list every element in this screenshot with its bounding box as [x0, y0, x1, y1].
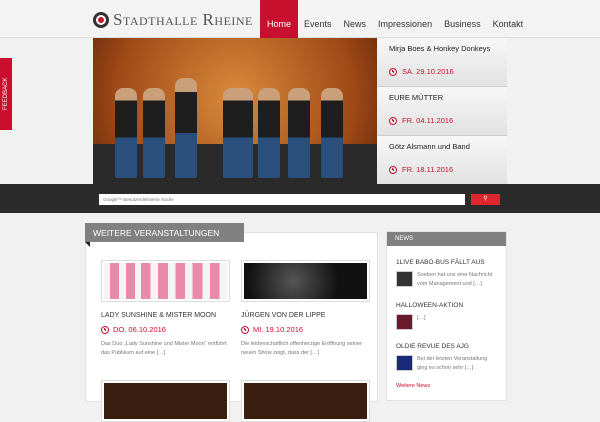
nav-business[interactable]: Business	[438, 0, 487, 38]
clock-icon	[389, 165, 397, 174]
news-title[interactable]: HALLOWEEN-AKTION	[396, 302, 497, 309]
section-tab: WEITERE VERANSTALTUNGEN	[85, 223, 244, 247]
nav-kontakt[interactable]: Kontakt	[487, 0, 530, 38]
card-date: MI. 19.10.2016	[253, 325, 304, 334]
hero-event-list: Mirja Boes & Honkey Donkeys SA. 29.10.201…	[377, 38, 507, 185]
event-image	[104, 383, 227, 419]
news-item[interactable]: OLDIE REVUE DES AJG Bei der letzten Veran…	[387, 343, 506, 373]
news-title[interactable]: 1LIVE BABO-BUS FÄLLT AUS	[396, 259, 497, 266]
event-card[interactable]: LADY SUNSHINE & MISTER MOON DO. 06.10.20…	[101, 260, 230, 358]
event-card[interactable]	[241, 380, 370, 422]
nav-impressionen[interactable]: Impressionen	[372, 0, 438, 38]
main-nav: Home Events News Impressionen Business K…	[260, 0, 529, 38]
card-title[interactable]: LADY SUNSHINE & MISTER MOON	[101, 312, 230, 319]
logo-icon	[93, 12, 109, 28]
event-date: FR. 04.11.2016	[402, 116, 454, 125]
event-image	[104, 263, 227, 299]
sidebar-title: NEWS	[387, 232, 506, 246]
hero-event-item[interactable]: Götz Alsmann und Band FR. 18.11.2016	[377, 136, 507, 185]
news-thumb	[396, 355, 413, 371]
search-input[interactable]	[99, 194, 465, 205]
search-button[interactable]: ⚲	[471, 194, 500, 205]
news-title[interactable]: OLDIE REVUE DES AJG	[396, 343, 497, 350]
news-thumb	[396, 271, 413, 287]
card-title[interactable]: JÜRGEN VON DER LIPPE	[241, 312, 370, 319]
news-item[interactable]: 1LIVE BABO-BUS FÄLLT AUS Soeben hat uns e…	[387, 259, 506, 289]
feedback-tab[interactable]: FEEDBACK	[0, 58, 12, 130]
hero-image[interactable]	[93, 38, 377, 184]
clock-icon	[101, 325, 109, 334]
event-date: FR. 18.11.2016	[402, 165, 454, 174]
event-title: EURE MÜTTER	[389, 93, 444, 102]
news-text: Soeben hat uns eine Nachricht vom Manage…	[417, 272, 493, 287]
search-icon: ⚲	[483, 196, 488, 202]
nav-news[interactable]: News	[338, 0, 373, 38]
news-sidebar: NEWS 1LIVE BABO-BUS FÄLLT AUS Soeben hat …	[386, 231, 507, 401]
events-panel: LADY SUNSHINE & MISTER MOON DO. 06.10.20…	[85, 232, 378, 422]
hero-slider: Mirja Boes & Honkey Donkeys SA. 29.10.201…	[93, 38, 507, 185]
event-card[interactable]	[101, 380, 230, 422]
news-text: […]	[417, 315, 426, 321]
event-card[interactable]: JÜRGEN VON DER LIPPE MI. 19.10.2016 Die …	[241, 260, 370, 358]
clock-icon	[389, 67, 397, 76]
event-title: Mirja Boes & Honkey Donkeys	[389, 44, 491, 53]
logo-text: Stadthalle Rheine	[113, 10, 253, 29]
event-date: SA. 29.10.2016	[402, 67, 454, 76]
header: Stadthalle Rheine Home Events News Impre…	[0, 0, 600, 38]
logo[interactable]: Stadthalle Rheine	[93, 10, 253, 30]
hero-event-item[interactable]: Mirja Boes & Honkey Donkeys SA. 29.10.201…	[377, 38, 507, 87]
nav-home[interactable]: Home	[260, 0, 299, 38]
event-title: Götz Alsmann und Band	[389, 142, 470, 151]
card-desc: Das Duo „Lady Sunshine und Mister Moon“ …	[101, 341, 227, 356]
more-news-link[interactable]: Weitere News	[387, 383, 506, 389]
news-item[interactable]: HALLOWEEN-AKTION […]	[387, 302, 506, 330]
clock-icon	[389, 116, 397, 125]
event-image	[244, 263, 367, 299]
card-date: DO. 06.10.2016	[113, 325, 166, 334]
hero-event-item[interactable]: EURE MÜTTER FR. 04.11.2016	[377, 87, 507, 136]
clock-icon	[241, 325, 249, 334]
news-thumb	[396, 314, 413, 330]
news-text: Bei der letzten Veranstaltung ging es sc…	[417, 356, 488, 371]
card-desc: Die leidenschaftlich offenherzige Eröffn…	[241, 341, 362, 356]
event-image	[244, 383, 367, 419]
nav-events[interactable]: Events	[298, 0, 338, 38]
